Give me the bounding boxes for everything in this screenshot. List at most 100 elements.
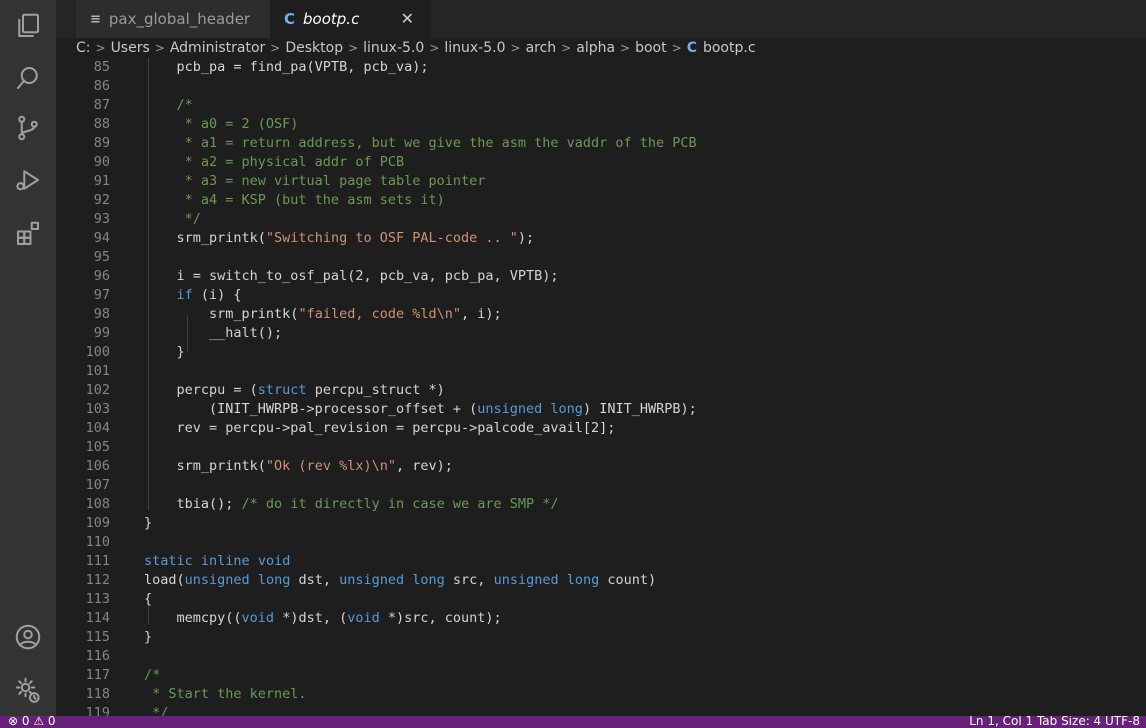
tab-bar: ≡ pax_global_header C bootp.c ✕ <box>56 0 1146 38</box>
code-text: /* <box>144 667 161 683</box>
breadcrumb-item[interactable]: alpha <box>576 40 615 56</box>
line-number: 101 <box>85 363 110 379</box>
breadcrumb-item[interactable]: C: <box>76 40 91 56</box>
line-number: 111 <box>85 553 110 569</box>
code-editor[interactable]: 85 pcb_pa = find_pa(VPTB, pcb_va); 86 87 /… <box>56 58 1146 716</box>
code-text: */ <box>144 211 201 227</box>
breadcrumb-item[interactable]: linux-5.0 <box>363 40 424 56</box>
line-number: 92 <box>93 192 110 208</box>
lines-icon: ≡ <box>90 11 101 27</box>
code-text: memcpy((void *)dst, (void *)src, count); <box>144 610 502 626</box>
code-text: { <box>144 591 153 607</box>
line-number: 102 <box>85 382 110 398</box>
line-number: 119 <box>85 705 110 716</box>
line-number: 88 <box>93 116 110 132</box>
breadcrumb-item[interactable]: linux-5.0 <box>444 40 505 56</box>
code-text: i = switch_to_osf_pal(2, pcb_va, pcb_pa,… <box>144 268 559 284</box>
c-icon: C <box>284 10 296 28</box>
breadcrumb-item[interactable]: Users <box>111 40 150 56</box>
line-number: 93 <box>93 211 110 227</box>
line-number: 97 <box>93 287 110 303</box>
line-number: 109 <box>85 515 110 531</box>
code-text: rev = percpu->pal_revision = percpu->pal… <box>144 420 616 436</box>
chevron-right-icon: > <box>348 41 359 55</box>
chevron-right-icon: > <box>270 41 281 55</box>
breadcrumb-item[interactable]: arch <box>526 40 557 56</box>
settings-gear-icon[interactable] <box>8 670 48 710</box>
code-text: srm_printk("failed, code %ld\n", i); <box>144 306 502 322</box>
line-number: 118 <box>85 686 110 702</box>
breadcrumb-item[interactable]: Administrator <box>170 40 265 56</box>
line-number: 98 <box>93 306 110 322</box>
code-text: */ <box>144 705 169 716</box>
line-number: 85 <box>93 59 110 75</box>
code-text: * a3 = new virtual page table pointer <box>144 173 486 189</box>
search-icon[interactable] <box>8 58 48 98</box>
run-debug-icon[interactable] <box>8 160 48 200</box>
line-number: 117 <box>85 667 110 683</box>
chevron-right-icon: > <box>671 41 682 55</box>
line-number: 105 <box>85 439 110 455</box>
code-text: load(unsigned long dst, unsigned long sr… <box>144 572 657 588</box>
code-text: (INIT_HWRPB->processor_offset + (unsigne… <box>144 401 697 417</box>
code-text: * a1 = return address, but we give the a… <box>144 135 697 151</box>
chevron-right-icon: > <box>510 41 521 55</box>
breadcrumb-item[interactable]: Desktop <box>285 40 343 56</box>
code-text: /* <box>144 97 193 113</box>
line-number: 91 <box>93 173 110 189</box>
line-number: 110 <box>85 534 110 550</box>
cursor-position-status[interactable]: Ln 1, Col 1 Tab Size: 4 UTF-8 <box>969 716 1140 728</box>
line-number: 86 <box>93 78 110 94</box>
breadcrumb: C: > Users > Administrator > Desktop > linux… <box>56 38 1146 58</box>
line-number: 104 <box>85 420 110 436</box>
problems-status[interactable]: ⊗ 0 ⚠ 0 <box>8 716 56 728</box>
chevron-right-icon: > <box>154 41 165 55</box>
line-number: 108 <box>85 496 110 512</box>
code-text: * a2 = physical addr of PCB <box>144 154 405 170</box>
code-text: srm_printk("Switching to OSF PAL-code ..… <box>144 230 535 246</box>
code-text: * Start the kernel. <box>144 686 307 702</box>
chevron-right-icon: > <box>620 41 631 55</box>
code-text: * a0 = 2 (OSF) <box>144 116 299 132</box>
tab-label: pax_global_header <box>108 10 251 28</box>
line-number: 113 <box>85 591 110 607</box>
code-text: } <box>144 344 185 360</box>
account-icon[interactable] <box>8 617 48 657</box>
code-text: * a4 = KSP (but the asm sets it) <box>144 192 445 208</box>
tab-label: bootp.c <box>303 10 360 28</box>
source-control-icon[interactable] <box>8 108 48 148</box>
explorer-icon[interactable] <box>8 6 48 46</box>
code-text: } <box>144 629 153 645</box>
code-text: } <box>144 515 153 531</box>
line-number: 100 <box>85 344 110 360</box>
breadcrumb-item[interactable]: bootp.c <box>703 40 756 56</box>
code-text: tbia(); /* do it directly in case we are… <box>144 496 559 512</box>
c-file-icon: C <box>686 40 697 56</box>
line-number: 114 <box>85 610 110 626</box>
line-number: 115 <box>85 629 110 645</box>
code-text: pcb_pa = find_pa(VPTB, pcb_va); <box>144 59 429 75</box>
code-text: static inline void <box>144 553 291 569</box>
code-text: srm_printk("Ok (rev %lx)\n", rev); <box>144 458 453 474</box>
line-number: 87 <box>93 97 110 113</box>
chevron-right-icon: > <box>429 41 440 55</box>
code-text: __halt(); <box>144 325 283 341</box>
line-number: 96 <box>93 268 110 284</box>
code-text: if (i) { <box>176 287 242 303</box>
tab-bootp-c[interactable]: C bootp.c ✕ <box>270 0 430 38</box>
line-number: 95 <box>93 249 110 265</box>
chevron-right-icon: > <box>561 41 572 55</box>
close-icon[interactable]: ✕ <box>401 9 414 28</box>
line-number: 94 <box>93 230 110 246</box>
line-number: 99 <box>93 325 110 341</box>
extensions-icon[interactable] <box>8 214 48 254</box>
status-bar: ⊗ 0 ⚠ 0 Ln 1, Col 1 Tab Size: 4 UTF-8 <box>0 716 1146 728</box>
line-number: 116 <box>85 648 110 664</box>
code-text: percpu = (struct percpu_struct *) <box>144 382 445 398</box>
line-number: 107 <box>85 477 110 493</box>
activity-bar <box>0 0 56 716</box>
line-number: 103 <box>85 401 110 417</box>
line-number: 112 <box>85 572 110 588</box>
breadcrumb-item[interactable]: boot <box>635 40 667 56</box>
line-number: 90 <box>93 154 110 170</box>
